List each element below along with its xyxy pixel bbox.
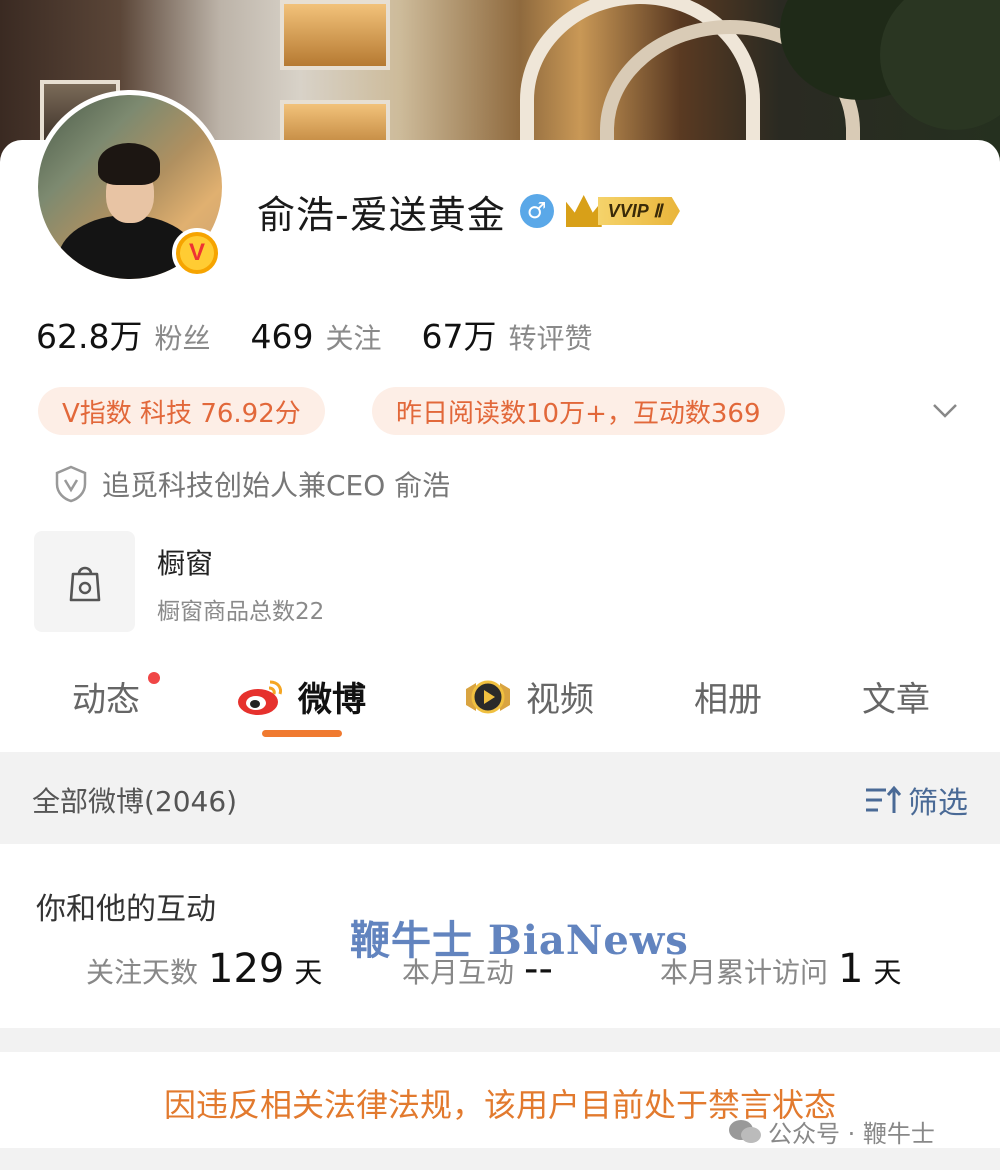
tab-weibo[interactable]: 微博 <box>236 672 366 721</box>
all-weibo-count[interactable]: 全部微博(2046) <box>32 780 237 820</box>
certification-row: 追觅科技创始人兼CEO 俞浩 <box>54 464 450 504</box>
shield-icon <box>55 465 87 503</box>
tab-articles[interactable]: 文章 <box>862 672 930 721</box>
filter-button[interactable]: 筛选 <box>864 778 968 822</box>
vvip-badge[interactable]: VVIP Ⅱ <box>565 194 680 228</box>
profile-tabs: 动态 微博 视频 相册 文章 <box>0 662 1000 742</box>
shop-title[interactable]: 橱窗 <box>157 542 213 582</box>
certification-text: 追觅科技创始人兼CEO 俞浩 <box>102 469 451 502</box>
stat-label: 关注 <box>325 322 382 355</box>
cover-tree <box>880 0 1000 130</box>
section-divider <box>0 1028 1000 1052</box>
stat-following[interactable]: 469 关注 <box>251 317 382 357</box>
filter-bar: 全部微博(2046) 筛选 <box>0 752 1000 844</box>
shopping-bag-icon <box>69 566 100 601</box>
tab-dynamics[interactable]: 动态 <box>72 672 140 721</box>
sort-filter-icon <box>866 785 902 813</box>
tab-album[interactable]: 相册 <box>694 672 762 721</box>
month-visits: 本月累计访问 1 天 <box>660 946 901 992</box>
stat-number: 67万 <box>421 317 497 356</box>
shop-button[interactable] <box>34 531 135 632</box>
stat-number: 469 <box>250 317 314 356</box>
stats-row: 62.8万 粉丝 469 关注 67万 转评赞 <box>36 310 633 358</box>
cover-window <box>280 0 390 70</box>
weibo-logo-icon <box>238 680 282 715</box>
month-visit-value: 1 <box>838 946 864 992</box>
tab-label: 文章 <box>862 680 930 720</box>
tab-label: 微博 <box>298 680 366 720</box>
stat-label: 粉丝 <box>154 322 211 355</box>
vvip-label: VVIP Ⅱ <box>597 197 680 225</box>
reads-pill[interactable]: 昨日阅读数10万+，互动数369 <box>372 387 785 435</box>
stat-engagement[interactable]: 67万 转评赞 <box>422 310 593 358</box>
tab-video[interactable]: 视频 <box>462 672 594 721</box>
bottom-divider <box>0 1148 1000 1170</box>
interaction-title: 你和他的互动 <box>36 892 216 927</box>
stat-number: 62.8万 <box>36 317 143 356</box>
video-badge-icon <box>466 680 510 713</box>
tab-label: 视频 <box>526 680 594 720</box>
watermark-source: 公众号 · 鞭牛士 <box>728 1114 935 1149</box>
follow-days: 关注天数 129 天 <box>86 946 322 992</box>
tab-label: 动态 <box>72 680 140 720</box>
follow-days-value: 129 <box>208 946 285 992</box>
tab-label: 相册 <box>694 680 762 720</box>
verified-badge-text: V <box>188 239 205 266</box>
filter-label: 筛选 <box>908 786 968 821</box>
stat-label: 转评赞 <box>508 322 593 355</box>
profile-name: 俞浩-爱送黄金 <box>257 192 506 237</box>
active-tab-indicator <box>262 730 342 737</box>
unread-dot <box>148 672 160 684</box>
watermark-brand: 鞭牛士 BiaNews <box>350 917 689 964</box>
crown-icon <box>565 195 602 227</box>
chevron-down-icon[interactable] <box>930 395 960 425</box>
watermark-source-text: 公众号 · 鞭牛士 <box>768 1120 935 1148</box>
v-index-pill[interactable]: V指数 科技 76.92分 <box>38 387 325 435</box>
month-visit-unit: 天 <box>873 956 902 989</box>
verified-badge-icon: V <box>172 228 222 278</box>
avatar-hair <box>98 143 160 185</box>
stat-followers[interactable]: 62.8万 粉丝 <box>36 310 211 358</box>
follow-days-label: 关注天数 <box>86 956 199 989</box>
male-gender-icon: ♂ <box>519 194 554 228</box>
shop-subtitle: 橱窗商品总数22 <box>157 599 325 625</box>
name-row: 俞浩-爱送黄金 ♂ VVIP Ⅱ <box>257 186 680 237</box>
wechat-icon <box>729 1119 761 1143</box>
follow-days-unit: 天 <box>294 956 323 989</box>
